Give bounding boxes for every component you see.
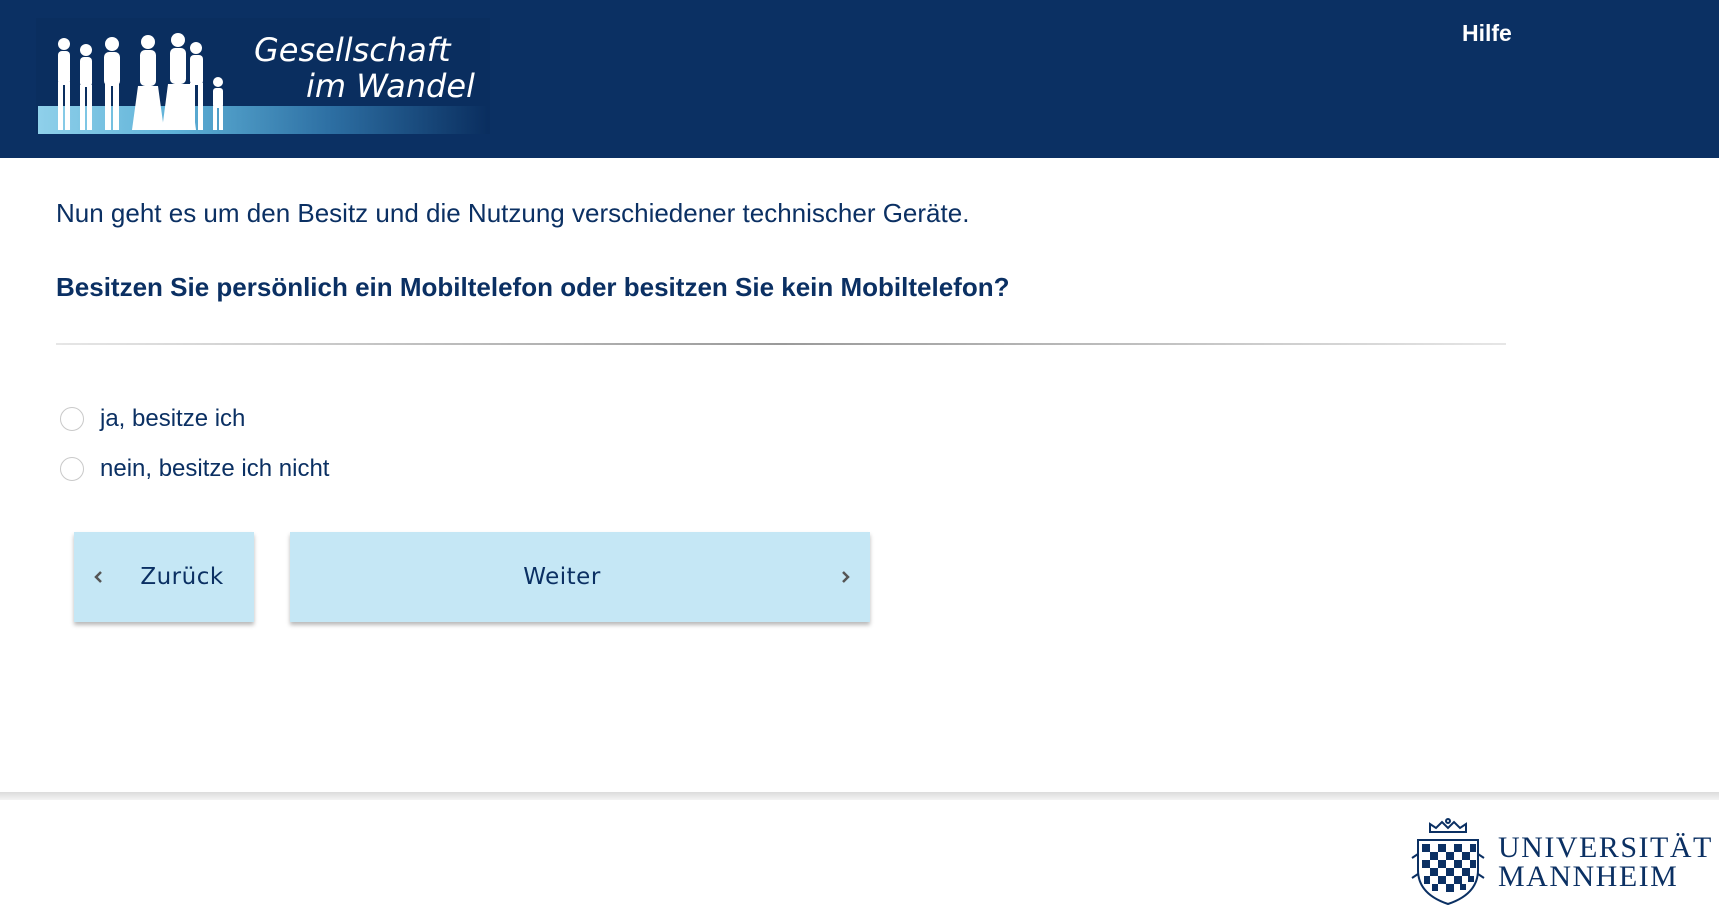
help-link[interactable]: Hilfe (1462, 20, 1512, 47)
question-intro: Nun geht es um den Besitz und die Nutzun… (56, 198, 970, 228)
chevron-left-icon (94, 571, 102, 583)
universitaet-mannheim-logo: UNIVERSITÄT MANNHEIM (1410, 818, 1713, 906)
answer-option-no[interactable]: nein, besitze ich nicht (60, 451, 329, 487)
radio-button-yes[interactable] (60, 407, 84, 431)
gesellschaft-im-wandel-logo: Gesellschaft im Wandel (36, 18, 490, 134)
answer-label-no[interactable]: nein, besitze ich nicht (100, 455, 329, 483)
university-name-line2: MANNHEIM (1498, 860, 1679, 893)
question-text: Besitzen Sie persönlich ein Mobiltelefon… (56, 272, 1010, 302)
logo-text: Gesellschaft im Wandel (254, 32, 475, 104)
header-bar: Gesellschaft im Wandel Hilfe (0, 0, 1719, 158)
university-crest-icon (1411, 818, 1485, 906)
chevron-right-icon (842, 571, 850, 583)
logo-line2: im Wandel (306, 67, 475, 105)
back-button[interactable]: Zurück (74, 532, 254, 622)
university-name-line1: UNIVERSITÄT (1498, 831, 1713, 864)
people-silhouettes-icon (58, 33, 223, 130)
footer-divider (0, 792, 1719, 800)
answer-option-yes[interactable]: ja, besitze ich (60, 401, 245, 437)
divider (56, 343, 1506, 345)
back-button-label: Zurück (140, 564, 224, 590)
radio-button-no[interactable] (60, 457, 84, 481)
next-button-label: Weiter (523, 564, 601, 590)
university-name: UNIVERSITÄT MANNHEIM (1498, 831, 1713, 893)
next-button[interactable]: Weiter (290, 532, 870, 622)
answer-label-yes[interactable]: ja, besitze ich (100, 405, 245, 433)
logo-line1: Gesellschaft (254, 31, 451, 69)
